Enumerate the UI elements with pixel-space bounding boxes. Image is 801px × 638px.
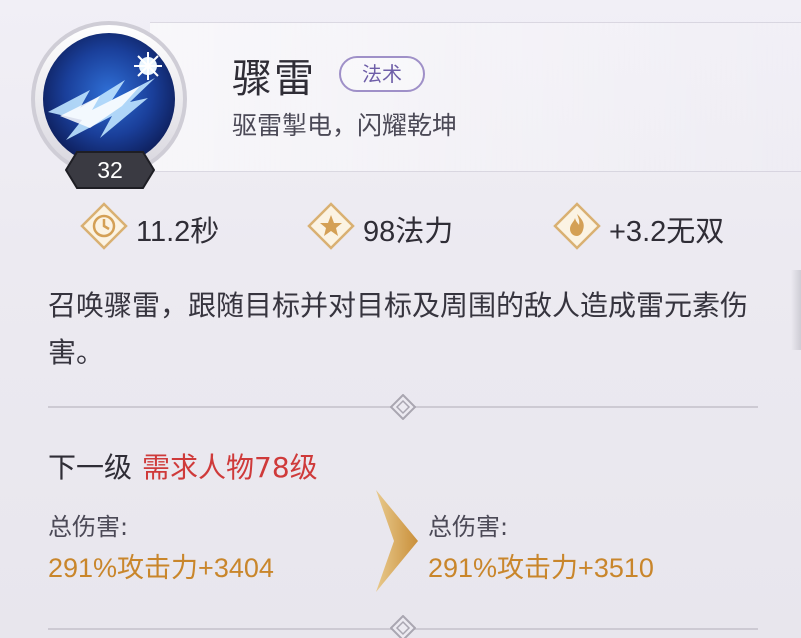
- diamond-divider-icon: [390, 615, 416, 638]
- skill-type-tag: 法术: [339, 56, 425, 92]
- current-damage-label: 总伤害:: [48, 513, 129, 541]
- chevron-right-icon: [376, 490, 418, 592]
- skill-detail-panel: 32 骤雷 法术 驱雷掣电，闪耀乾坤 11.2秒 98法力 +3.2无双 召唤骤…: [0, 0, 801, 638]
- skill-name: 骤雷: [232, 56, 316, 102]
- skill-subtitle: 驱雷掣电，闪耀乾坤: [232, 111, 458, 140]
- panel-edge: [791, 270, 801, 350]
- mana-value: 98法力: [363, 216, 454, 248]
- next-level-requirement: 需求人物78级: [142, 451, 318, 484]
- next-level-label: 下一级: [48, 451, 133, 484]
- star-icon: [307, 202, 355, 250]
- cooldown-value: 11.2秒: [136, 216, 220, 248]
- skill-description: 召唤骤雷，跟随目标并对目标及周围的敌人造成雷元素伤害。: [48, 289, 749, 369]
- current-damage-value: 291%攻击力+3404: [48, 553, 274, 583]
- diamond-divider-icon: [390, 394, 416, 420]
- clock-icon: [80, 202, 128, 250]
- next-damage-label: 总伤害:: [428, 513, 509, 541]
- bonus-value: +3.2无双: [609, 216, 725, 248]
- next-damage-value: 291%攻击力+3510: [428, 553, 654, 583]
- next-level-row: 下一级 需求人物78级: [48, 446, 318, 486]
- skill-level-badge: 32: [64, 150, 156, 190]
- flame-icon: [553, 202, 601, 250]
- skill-level: 32: [97, 157, 123, 183]
